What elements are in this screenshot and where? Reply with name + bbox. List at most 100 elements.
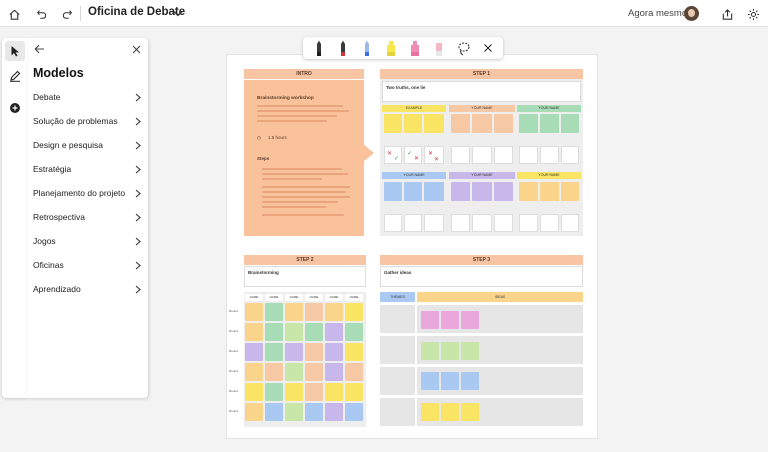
eraser-icon[interactable] [434,40,444,57]
select-arrow-icon[interactable] [5,41,25,61]
sticky-note[interactable] [305,383,323,401]
sticky-note[interactable] [540,182,559,201]
sticky-note[interactable] [245,363,263,381]
theme-cell[interactable] [380,336,415,364]
sticky-note[interactable] [305,303,323,321]
sticky-note[interactable] [345,403,363,421]
category-debate[interactable]: Debate [28,87,148,107]
vote-box[interactable] [472,214,492,232]
sticky-note[interactable] [519,182,538,201]
sticky-note[interactable] [305,403,323,421]
sticky-note[interactable] [325,363,343,381]
category-retrospective[interactable]: Retrospectiva [28,207,148,227]
sticky-note[interactable] [305,323,323,341]
sticky-note[interactable] [441,342,459,360]
sticky-note[interactable] [461,311,479,329]
sticky-note[interactable] [421,342,439,360]
sticky-note[interactable] [325,383,343,401]
close-icon[interactable] [483,40,493,57]
sticky-note[interactable] [540,114,559,133]
vote-box[interactable] [424,214,444,232]
vote-box[interactable] [519,214,538,232]
sticky-note[interactable] [345,323,363,341]
sticky-note[interactable] [325,303,343,321]
sticky-note[interactable] [245,323,263,341]
sticky-note[interactable] [265,363,283,381]
sticky-note[interactable] [384,182,402,201]
sticky-note[interactable] [285,303,303,321]
close-icon[interactable] [129,42,143,56]
sticky-note[interactable] [472,114,492,133]
sticky-note[interactable] [325,323,343,341]
sticky-note[interactable] [472,182,492,201]
sticky-note[interactable] [325,343,343,361]
vote-box[interactable] [451,146,470,164]
sticky-note[interactable] [245,403,263,421]
add-icon[interactable] [5,98,25,118]
sticky-note[interactable] [325,403,343,421]
vote-box[interactable] [451,214,470,232]
category-workshops[interactable]: Oficinas [28,255,148,275]
intro-card[interactable]: Brainstorming workshop ◷ 1.5 hours Steps [244,80,364,236]
sticky-note[interactable] [285,343,303,361]
sticky-note[interactable] [345,383,363,401]
yellow-highlighter-icon[interactable] [386,40,396,57]
sticky-note[interactable] [421,372,439,390]
sticky-note[interactable] [561,114,579,133]
vote-box[interactable] [494,214,513,232]
home-icon[interactable] [4,4,24,24]
sticky-note[interactable] [561,182,579,201]
category-learning[interactable]: Aprendizado [28,279,148,299]
category-problem-solving[interactable]: Solução de problemas [28,111,148,131]
red-pen-icon[interactable] [338,40,348,57]
vote-box[interactable] [540,214,559,232]
share-icon[interactable] [717,4,737,24]
redo-icon[interactable] [57,4,77,24]
sticky-note[interactable] [441,403,459,421]
theme-cell[interactable] [380,305,415,333]
sticky-note[interactable] [494,114,513,133]
sticky-note[interactable] [285,403,303,421]
sticky-note[interactable] [461,403,479,421]
back-arrow-icon[interactable] [32,42,46,56]
vote-box[interactable] [404,214,422,232]
category-games[interactable]: Jogos [28,231,148,251]
vote-box[interactable] [384,214,402,232]
sticky-note[interactable] [285,323,303,341]
sticky-note[interactable] [265,323,283,341]
vote-box[interactable] [519,146,538,164]
vote-box[interactable] [472,146,492,164]
sticky-note[interactable] [441,311,459,329]
vote-box[interactable] [540,146,559,164]
sticky-note[interactable] [519,114,538,133]
gear-icon[interactable] [743,4,763,24]
avatar[interactable] [684,6,699,21]
category-strategy[interactable]: Estratégia [28,159,148,179]
category-project-planning[interactable]: Planejamento do projeto [28,183,148,203]
sticky-note[interactable] [265,303,283,321]
pen-icon[interactable] [5,66,25,86]
sticky-note[interactable] [384,114,402,133]
pink-highlighter-icon[interactable] [410,40,420,57]
sticky-note[interactable] [441,372,459,390]
vote-box[interactable] [561,146,579,164]
sticky-note[interactable] [305,363,323,381]
black-pen-icon[interactable] [314,40,324,57]
vote-box[interactable] [494,146,513,164]
sticky-note[interactable] [285,383,303,401]
sticky-note[interactable] [424,114,444,133]
theme-cell[interactable] [380,398,415,426]
sticky-note[interactable] [424,182,444,201]
undo-icon[interactable] [32,4,52,24]
sticky-note[interactable] [421,403,439,421]
sticky-note[interactable] [245,383,263,401]
sticky-note[interactable] [345,363,363,381]
sticky-note[interactable] [245,343,263,361]
sticky-note[interactable] [404,114,422,133]
sticky-note[interactable] [265,383,283,401]
sticky-note[interactable] [305,343,323,361]
sticky-note[interactable] [245,303,263,321]
vote-box[interactable] [561,214,579,232]
lasso-select-icon[interactable] [457,40,471,57]
theme-cell[interactable] [380,367,415,395]
